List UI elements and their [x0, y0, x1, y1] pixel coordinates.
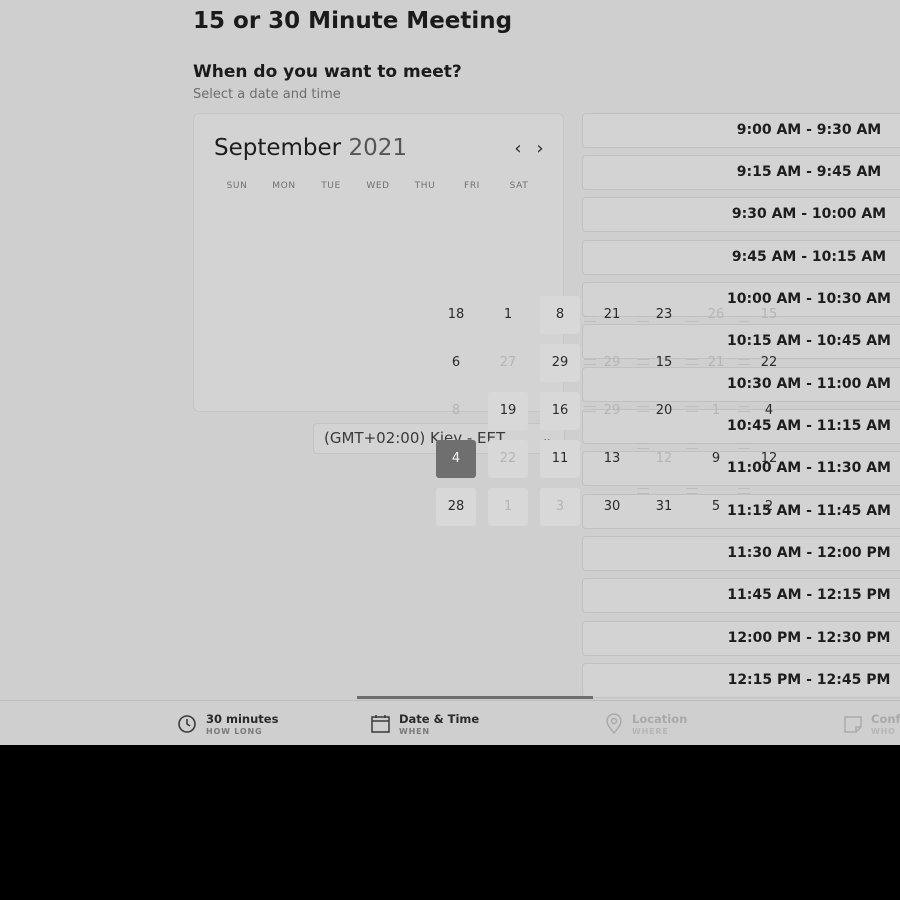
- calendar-day[interactable]: 16: [540, 392, 580, 430]
- calendar-day[interactable]: 15: [749, 296, 789, 334]
- timezone-value: (GMT+02:00) Kiev - EET: [324, 429, 506, 447]
- calendar-day[interactable]: 1: [696, 392, 736, 430]
- calendar-day[interactable]: 8: [540, 296, 580, 334]
- calendar-day[interactable]: 2: [749, 488, 789, 526]
- page-title: 15 or 30 Minute Meeting: [193, 8, 513, 34]
- weekday-sat: SAT: [509, 181, 529, 191]
- calendar-day[interactable]: 27: [488, 344, 528, 382]
- calendar-day[interactable]: 20: [644, 392, 684, 430]
- time-slot-button[interactable]: 9:45 AM - 10:15 AM: [582, 240, 900, 275]
- weekday-wed: WED: [366, 181, 390, 191]
- month-year-label: September 2021: [214, 135, 407, 161]
- time-slot-button[interactable]: 12:00 PM - 12:30 PM: [582, 621, 900, 656]
- calendar-day[interactable]: 12: [644, 440, 684, 478]
- step-sublabel: WHEN: [399, 727, 430, 736]
- time-slot-label: 11:45 AM - 12:15 PM: [727, 587, 891, 603]
- calendar-day[interactable]: 31: [644, 488, 684, 526]
- calendar-day[interactable]: 19: [488, 392, 528, 430]
- weekday-sun: SUN: [226, 181, 248, 191]
- calendar-day[interactable]: 1: [488, 488, 528, 526]
- calendar-day[interactable]: 29: [592, 392, 632, 430]
- clock-icon: [178, 715, 196, 733]
- month-label: September: [214, 135, 342, 161]
- calendar-day[interactable]: 3: [540, 488, 580, 526]
- time-slot-button[interactable]: 9:15 AM - 9:45 AM: [582, 155, 900, 190]
- section-heading: When do you want to meet?: [193, 62, 462, 82]
- calendar-day[interactable]: 1: [488, 296, 528, 334]
- step-bar: 30 minutes HOW LONG Date & Time WHEN Loc…: [0, 700, 900, 745]
- section-subtitle: Select a date and time: [193, 87, 341, 102]
- calendar-day[interactable]: 21: [696, 344, 736, 382]
- calendar-day[interactable]: 8: [436, 392, 476, 430]
- weekday-fri: FRI: [464, 181, 480, 191]
- time-slot-label: 9:00 AM - 9:30 AM: [736, 122, 882, 138]
- calendar-day[interactable]: 22: [488, 440, 528, 478]
- map-pin-icon: [606, 713, 622, 735]
- calendar-day[interactable]: 13: [592, 440, 632, 478]
- time-slot-button[interactable]: 12:15 PM - 12:45 PM: [582, 663, 900, 698]
- year-label: 2021: [348, 135, 407, 161]
- calendar-day[interactable]: 11: [540, 440, 580, 478]
- weekday-tue: TUE: [321, 181, 341, 191]
- calendar-day[interactable]: 28: [436, 488, 476, 526]
- time-slot-button[interactable]: 11:30 AM - 12:00 PM: [582, 536, 900, 571]
- active-step-indicator: [357, 696, 593, 699]
- next-month-button[interactable]: ›: [531, 139, 549, 159]
- calendar-day[interactable]: 4: [749, 392, 789, 430]
- calendar-day[interactable]: 18: [436, 296, 476, 334]
- calendar-day[interactable]: 21: [592, 296, 632, 334]
- time-slot-label: 12:00 PM - 12:30 PM: [727, 630, 891, 646]
- time-slot-label: 9:30 AM - 10:00 AM: [731, 206, 887, 222]
- step-sublabel: WHO: [871, 727, 896, 736]
- calendar-day[interactable]: 29: [540, 344, 580, 382]
- step-sublabel: HOW LONG: [206, 727, 263, 736]
- time-slot-button[interactable]: 9:30 AM - 10:00 AM: [582, 197, 900, 232]
- calendar-icon: [371, 715, 390, 733]
- step-sublabel: WHERE: [632, 727, 669, 736]
- calendar-day[interactable]: 9: [696, 440, 736, 478]
- calendar-day[interactable]: 5: [696, 488, 736, 526]
- calendar-day[interactable]: 22: [749, 344, 789, 382]
- calendar-day[interactable]: 29: [592, 344, 632, 382]
- scheduler-page: 15 or 30 Minute Meeting When do you want…: [0, 0, 900, 745]
- calendar-day-selected[interactable]: 4: [436, 440, 476, 478]
- calendar-day[interactable]: 15: [644, 344, 684, 382]
- step-label: Confirm: [871, 712, 900, 726]
- calendar-day[interactable]: 30: [592, 488, 632, 526]
- calendar-day[interactable]: 6: [436, 344, 476, 382]
- calendar-day[interactable]: 23: [644, 296, 684, 334]
- weekday-mon: MON: [272, 181, 296, 191]
- time-slot-label: 9:15 AM - 9:45 AM: [736, 164, 882, 180]
- time-slot-button[interactable]: 9:00 AM - 9:30 AM: [582, 113, 900, 148]
- note-icon: [844, 716, 862, 733]
- step-label: Location: [632, 712, 688, 726]
- calendar-day[interactable]: 26: [696, 296, 736, 334]
- time-slot-label: 9:45 AM - 10:15 AM: [731, 249, 887, 265]
- time-slot-label: 12:15 PM - 12:45 PM: [727, 672, 891, 688]
- calendar-day[interactable]: 12: [749, 440, 789, 478]
- weekday-thu: THU: [414, 181, 436, 191]
- time-slot-label: 11:30 AM - 12:00 PM: [727, 545, 891, 561]
- step-label: 30 minutes: [206, 712, 279, 726]
- previous-month-button[interactable]: ‹: [509, 139, 527, 159]
- time-slot-button[interactable]: 11:45 AM - 12:15 PM: [582, 578, 900, 613]
- step-label: Date & Time: [399, 712, 480, 726]
